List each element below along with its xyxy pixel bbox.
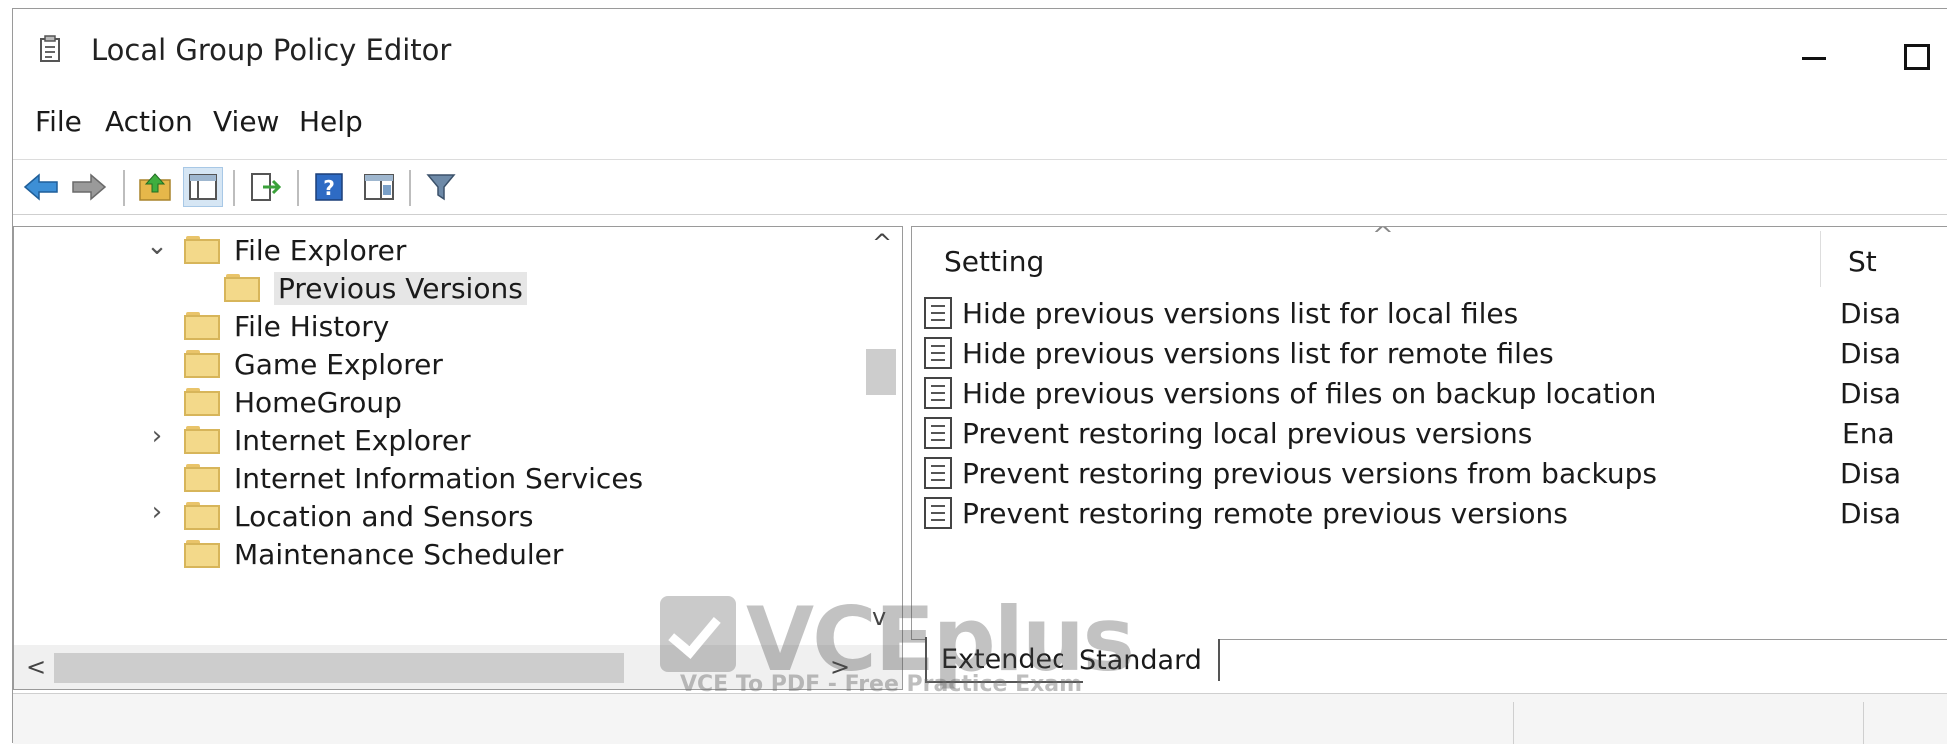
chevron-down-icon[interactable]: ⌄ (146, 231, 168, 261)
menu-bar: File Action View Help (13, 97, 1947, 149)
policy-setting-icon (924, 417, 952, 449)
column-divider[interactable] (1820, 231, 1821, 287)
policy-setting-icon (924, 297, 952, 329)
list-row[interactable]: Prevent restoring local previous version… (924, 413, 1947, 453)
watermark-check-icon (660, 596, 736, 672)
menu-view[interactable]: View (213, 105, 279, 138)
tree-item-label: Internet Information Services (234, 461, 644, 495)
tree-item-previous-versions[interactable]: Previous Versions (224, 269, 527, 307)
up-folder-icon[interactable] (135, 167, 175, 207)
watermark-subtitle: VCE To PDF - Free Practice Exam (680, 672, 1083, 697)
tree-item-label: Location and Sensors (234, 499, 534, 533)
tree-item-file-explorer[interactable]: ⌄ File Explorer (146, 231, 406, 269)
setting-name: Prevent restoring previous versions from… (962, 456, 1657, 490)
toolbar-separator (409, 170, 411, 206)
toolbar-separator (297, 170, 299, 206)
list-row[interactable]: Hide previous versions list for remote f… (924, 333, 1947, 373)
export-list-icon[interactable] (245, 167, 285, 207)
folder-icon (184, 464, 220, 492)
tree-item-file-history[interactable]: File History (184, 307, 389, 345)
status-bar (13, 693, 1947, 744)
list-row[interactable]: Prevent restoring previous versions from… (924, 453, 1947, 493)
setting-state: Disa (1840, 296, 1902, 330)
menu-action[interactable]: Action (105, 105, 193, 138)
setting-name: Prevent restoring local previous version… (962, 416, 1533, 450)
tree-item-maintenance-scheduler[interactable]: Maintenance Scheduler (184, 535, 563, 573)
filter-icon[interactable] (421, 167, 461, 207)
settings-list-panel: ^ Setting St Hide previous versions list… (911, 226, 1947, 640)
tree-vertical-scrollbar[interactable]: ^ v (860, 227, 902, 639)
setting-state: Disa (1840, 456, 1902, 490)
tree-item-homegroup[interactable]: HomeGroup (184, 383, 402, 421)
folder-icon (224, 274, 260, 302)
folder-icon (184, 426, 220, 454)
folder-icon (184, 312, 220, 340)
setting-state: Disa (1840, 336, 1902, 370)
folder-icon (184, 350, 220, 378)
sort-indicator-icon: ^ (1372, 226, 1394, 251)
column-header-setting[interactable]: Setting (944, 245, 1044, 278)
tree-item-label: Internet Explorer (234, 423, 471, 457)
scroll-thumb[interactable] (54, 653, 624, 683)
tree-item-label: HomeGroup (234, 385, 402, 419)
tree-item-label: Maintenance Scheduler (234, 537, 564, 571)
chevron-right-icon[interactable]: › (146, 497, 168, 527)
folder-icon (184, 236, 220, 264)
policy-editor-icon (40, 35, 60, 62)
list-row[interactable]: Prevent restoring remote previous versio… (924, 493, 1947, 533)
tree-item-game-explorer[interactable]: Game Explorer (184, 345, 443, 383)
folder-icon (184, 502, 220, 530)
minimize-button[interactable] (1788, 19, 1838, 89)
folder-icon (184, 388, 220, 416)
setting-name: Hide previous versions list for remote f… (962, 336, 1554, 370)
setting-name: Hide previous versions of files on backu… (962, 376, 1657, 410)
list-row[interactable]: Hide previous versions of files on backu… (924, 373, 1947, 413)
list-row[interactable]: Hide previous versions list for local fi… (924, 293, 1947, 333)
toolbar: ? (13, 159, 1947, 215)
maximize-button[interactable] (1899, 19, 1947, 89)
tree-item-label: File Explorer (234, 233, 407, 267)
setting-state: Disa (1840, 376, 1902, 410)
status-divider (1863, 702, 1864, 744)
back-arrow-icon[interactable] (21, 167, 61, 207)
policy-setting-icon (924, 497, 952, 529)
policy-setting-icon (924, 457, 952, 489)
tree-item-internet-explorer[interactable]: › Internet Explorer (146, 421, 471, 459)
show-hide-tree-icon[interactable] (183, 167, 223, 207)
setting-state: Ena (1842, 416, 1895, 450)
forward-arrow-icon[interactable] (69, 167, 109, 207)
menu-file[interactable]: File (35, 105, 82, 138)
window-title: Local Group Policy Editor (91, 33, 452, 67)
setting-name: Hide previous versions list for local fi… (962, 296, 1519, 330)
help-glyph: ? (323, 176, 335, 200)
setting-state: Disa (1840, 496, 1902, 530)
chevron-right-icon[interactable]: › (146, 421, 168, 451)
tree-item-location-and-sensors[interactable]: › Location and Sensors (146, 497, 534, 535)
list-header: ^ Setting St (912, 227, 1947, 291)
policy-setting-icon (924, 377, 952, 409)
policy-setting-icon (924, 337, 952, 369)
menu-help[interactable]: Help (299, 105, 363, 138)
scroll-left-icon[interactable]: < (26, 653, 46, 681)
status-divider (1513, 702, 1514, 744)
tree-item-label: Previous Versions (274, 271, 527, 305)
scroll-up-icon[interactable]: ^ (872, 229, 892, 257)
tree-item-label: File History (234, 309, 390, 343)
scroll-thumb[interactable] (866, 349, 896, 395)
toolbar-separator (123, 170, 125, 206)
help-icon[interactable]: ? (309, 167, 349, 207)
title-bar: Local Group Policy Editor (13, 9, 1947, 91)
properties-icon[interactable] (359, 167, 399, 207)
setting-name: Prevent restoring remote previous versio… (962, 496, 1568, 530)
tree-item-internet-information-services[interactable]: Internet Information Services (184, 459, 643, 497)
toolbar-separator (233, 170, 235, 206)
folder-icon (184, 540, 220, 568)
column-header-state[interactable]: St (1848, 245, 1877, 278)
tree-item-label: Game Explorer (234, 347, 443, 381)
